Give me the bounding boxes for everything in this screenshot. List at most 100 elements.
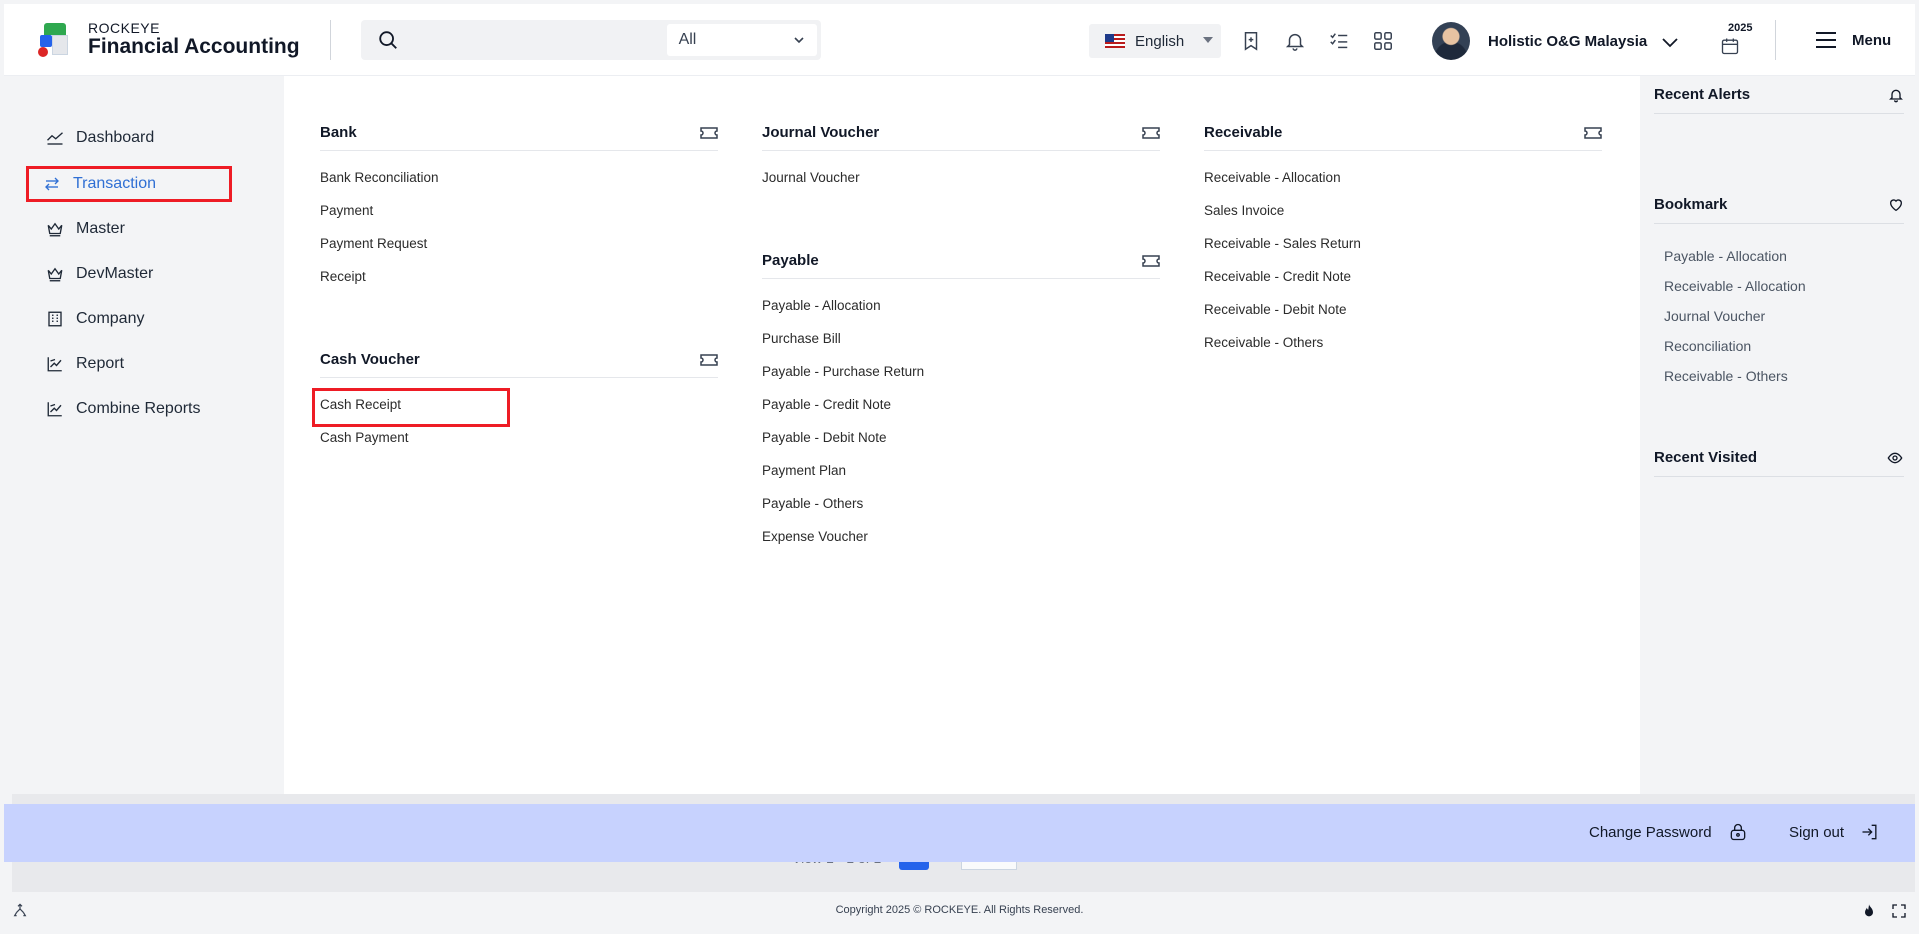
- language-select[interactable]: English: [1089, 24, 1221, 58]
- menu-link[interactable]: Receivable - Debit Note: [1204, 293, 1602, 326]
- top-header: ROCKEYE Financial Accounting All English…: [4, 4, 1915, 76]
- menu-link[interactable]: Receivable - Allocation: [1204, 161, 1602, 194]
- sidebar-item-dashboard[interactable]: Dashboard: [26, 120, 232, 156]
- ticket-icon[interactable]: [1142, 126, 1160, 140]
- sidebar-item-master[interactable]: Master: [26, 211, 232, 247]
- sidebar-item-label: DevMaster: [76, 265, 154, 282]
- menu-link[interactable]: Payable - Others: [762, 487, 1160, 520]
- sidebar-item-label: Transaction: [73, 175, 156, 192]
- ticket-icon[interactable]: [700, 353, 718, 367]
- change-password-button[interactable]: Change Password: [1589, 822, 1748, 842]
- ticket-icon[interactable]: [1142, 254, 1160, 268]
- bookmark-item[interactable]: Receivable - Allocation: [1654, 271, 1904, 301]
- recent-visited-section: Recent Visited: [1654, 439, 1904, 477]
- sidebar-item-label: Master: [76, 220, 125, 237]
- hamburger-icon: [1816, 32, 1836, 48]
- menu-link[interactable]: Receipt: [320, 260, 718, 293]
- sidebar: Dashboard Transaction Master DevMaster C…: [4, 76, 284, 804]
- menu-link[interactable]: Sales Invoice: [1204, 194, 1602, 227]
- eye-icon[interactable]: [1886, 450, 1904, 466]
- caret-down-icon: [1203, 37, 1213, 43]
- ticket-icon[interactable]: [1584, 126, 1602, 140]
- sidebar-item-transaction[interactable]: Transaction: [26, 166, 232, 202]
- chevron-down-icon[interactable]: [1660, 32, 1680, 52]
- menu-link[interactable]: Receivable - Sales Return: [1204, 227, 1602, 260]
- menu-link[interactable]: Receivable - Others: [1204, 326, 1602, 359]
- search-input[interactable]: [408, 19, 667, 60]
- group-title: Receivable: [1204, 124, 1283, 141]
- transaction-mega-menu: Bank Bank Reconciliation Payment Payment…: [284, 76, 1640, 804]
- company-name[interactable]: Holistic O&G Malaysia: [1488, 33, 1647, 50]
- brand-company: ROCKEYE: [88, 19, 160, 36]
- section-title: Recent Visited: [1654, 449, 1758, 466]
- app-title: Financial Accounting: [88, 34, 300, 58]
- sign-out-icon: [1862, 824, 1877, 840]
- rockeye-logo-icon: [38, 21, 70, 59]
- menu-link[interactable]: Expense Voucher: [762, 520, 1160, 553]
- apps-grid-icon[interactable]: [1372, 30, 1394, 52]
- menu-link-cash-receipt[interactable]: Cash Receipt: [312, 388, 718, 427]
- sidebar-item-combine-reports[interactable]: Combine Reports: [26, 391, 232, 427]
- flame-icon[interactable]: [1861, 903, 1877, 919]
- bookmark-item[interactable]: Payable - Allocation: [1654, 241, 1904, 271]
- menu-group-payable: Payable Payable - Allocation Purchase Bi…: [762, 243, 1160, 553]
- user-avatar[interactable]: [1432, 22, 1470, 60]
- bell-icon[interactable]: [1888, 87, 1904, 103]
- menu-label: Menu: [1852, 31, 1892, 49]
- fiscal-year-button[interactable]: 2025: [1716, 22, 1756, 62]
- header-divider: [1775, 20, 1776, 60]
- lock-icon: [1730, 823, 1745, 841]
- account-bar: Change Password Sign out: [4, 804, 1915, 862]
- menu-link[interactable]: Payable - Purchase Return: [762, 355, 1160, 388]
- menu-link[interactable]: Receivable - Credit Note: [1204, 260, 1602, 293]
- section-header: Bookmark: [1654, 186, 1904, 224]
- menu-link[interactable]: Payable - Allocation: [762, 289, 1160, 322]
- menu-button[interactable]: Menu: [1814, 30, 1891, 50]
- section-header: Recent Visited: [1654, 439, 1904, 477]
- section-header: Recent Alerts: [1654, 76, 1904, 114]
- menu-link[interactable]: Bank Reconciliation: [320, 161, 718, 194]
- search-scope-select[interactable]: All: [666, 23, 817, 56]
- sidebar-item-report[interactable]: Report: [26, 346, 232, 382]
- menu-link[interactable]: Payment: [320, 194, 718, 227]
- menu-link[interactable]: Payable - Debit Note: [762, 421, 1160, 454]
- checklist-icon[interactable]: [1328, 30, 1350, 52]
- menu-link[interactable]: Payment Request: [320, 227, 718, 260]
- menu-link[interactable]: Journal Voucher: [762, 161, 1160, 194]
- sidebar-item-company[interactable]: Company: [26, 301, 232, 337]
- group-title: Payable: [762, 252, 819, 269]
- bookmark-item[interactable]: Receivable - Others: [1654, 361, 1904, 391]
- menu-link[interactable]: Cash Payment: [320, 421, 718, 454]
- menu-link[interactable]: Purchase Bill: [762, 322, 1160, 355]
- recent-alerts-section: Recent Alerts: [1654, 76, 1904, 114]
- chevron-down-icon: [794, 36, 804, 43]
- sidebar-item-devmaster[interactable]: DevMaster: [26, 256, 232, 292]
- search-icon[interactable]: [377, 29, 399, 51]
- us-flag-icon: [1105, 34, 1125, 48]
- menu-link[interactable]: Payable - Credit Note: [762, 388, 1160, 421]
- header-divider: [329, 19, 331, 60]
- building-icon: [48, 311, 62, 327]
- brand[interactable]: ROCKEYE Financial Accounting: [38, 21, 300, 59]
- fullscreen-icon[interactable]: [1891, 903, 1907, 919]
- crown-icon: [47, 222, 63, 237]
- group-header: Cash Voucher: [320, 342, 718, 378]
- menu-group-bank: Bank Bank Reconciliation Payment Payment…: [320, 115, 718, 293]
- group-title: Bank: [320, 124, 357, 141]
- app-frame: ROCKEYE Financial Accounting All English…: [4, 4, 1915, 930]
- bookmark-item[interactable]: Reconciliation: [1654, 331, 1904, 361]
- report-chart-icon: [47, 402, 62, 417]
- menu-link[interactable]: Payment Plan: [762, 454, 1160, 487]
- group-header: Payable: [762, 243, 1160, 279]
- menu-group-receivable: Receivable Receivable - Allocation Sales…: [1204, 115, 1602, 359]
- bookmark-add-icon[interactable]: [1240, 30, 1262, 52]
- language-value: English: [1135, 32, 1185, 50]
- heart-icon[interactable]: [1888, 197, 1904, 213]
- bell-icon[interactable]: [1284, 30, 1306, 52]
- ticket-icon[interactable]: [700, 126, 718, 140]
- bookmark-item[interactable]: Journal Voucher: [1654, 301, 1904, 331]
- search-scope-value: All: [678, 30, 697, 48]
- crown-icon: [47, 267, 63, 282]
- sidebar-item-label: Company: [76, 310, 145, 327]
- sign-out-button[interactable]: Sign out: [1789, 822, 1880, 842]
